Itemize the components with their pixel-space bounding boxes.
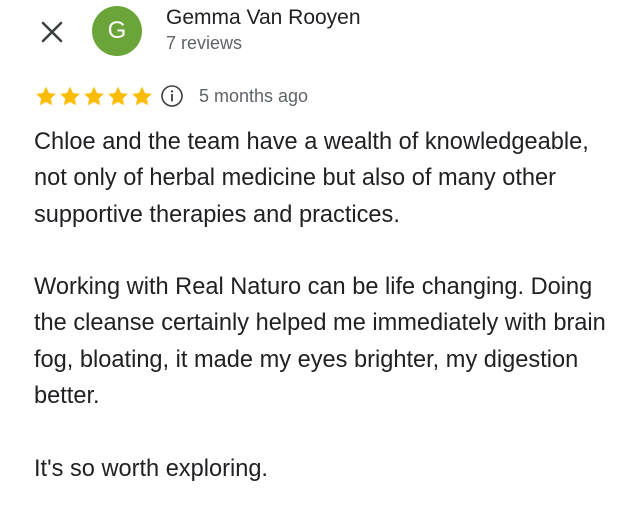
star-icon bbox=[84, 86, 104, 105]
info-icon[interactable] bbox=[160, 84, 184, 108]
review-count[interactable]: 7 reviews bbox=[166, 31, 242, 55]
review-date: 5 months ago bbox=[199, 86, 309, 106]
review-paragraph: Working with Real Naturo can be life cha… bbox=[34, 274, 606, 410]
review-paragraph: Chloe and the team have a wealth of know… bbox=[34, 129, 589, 228]
star-icon bbox=[108, 86, 128, 105]
review-meta: 5 months ago bbox=[34, 81, 308, 111]
avatar[interactable]: G bbox=[92, 6, 142, 56]
review-paragraph: It's so worth exploring. bbox=[34, 455, 268, 482]
close-icon bbox=[41, 21, 63, 43]
star-icon bbox=[60, 86, 80, 105]
review-text: Chloe and the team have a wealth of know… bbox=[34, 124, 619, 487]
reviewer-name[interactable]: Gemma Van Rooyen bbox=[166, 5, 361, 31]
review-header: G Gemma Van Rooyen 7 reviews bbox=[0, 0, 640, 64]
close-button[interactable] bbox=[36, 16, 68, 48]
star-icon bbox=[132, 86, 152, 105]
star-icon bbox=[36, 86, 56, 105]
avatar-initial: G bbox=[107, 17, 127, 44]
star-rating bbox=[34, 85, 154, 108]
